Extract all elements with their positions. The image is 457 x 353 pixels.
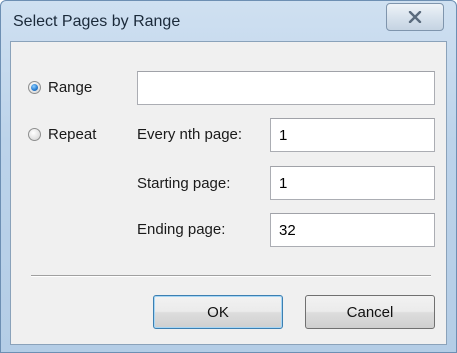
range-input[interactable] [137, 71, 435, 105]
starting-page-label: Starting page: [137, 175, 231, 192]
repeat-label: Repeat [48, 126, 97, 143]
title-bar[interactable]: Select Pages by Range [1, 1, 456, 41]
range-label: Range [48, 79, 93, 96]
close-icon [408, 11, 422, 23]
ending-page-input[interactable]: 32 [270, 213, 435, 247]
ok-button[interactable]: OK [153, 295, 283, 329]
every-nth-page-input[interactable]: 1 [270, 118, 435, 152]
starting-page-input[interactable]: 1 [270, 166, 435, 200]
ending-page-label: Ending page: [137, 221, 226, 238]
dialog-title: Select Pages by Range [13, 13, 181, 30]
dialog-window: Select Pages by Range Range Repeat Every… [0, 0, 457, 353]
repeat-radio[interactable] [28, 128, 41, 141]
range-radio-option[interactable]: Range [28, 79, 92, 96]
close-button[interactable] [386, 3, 444, 31]
dialog-body: Range Repeat Every nth page: 1 Starting … [10, 41, 447, 345]
every-nth-page-label: Every nth page: [137, 126, 243, 143]
range-radio[interactable] [28, 81, 41, 94]
cancel-button[interactable]: Cancel [305, 295, 435, 329]
separator [31, 275, 431, 277]
repeat-radio-option[interactable]: Repeat [28, 126, 96, 143]
